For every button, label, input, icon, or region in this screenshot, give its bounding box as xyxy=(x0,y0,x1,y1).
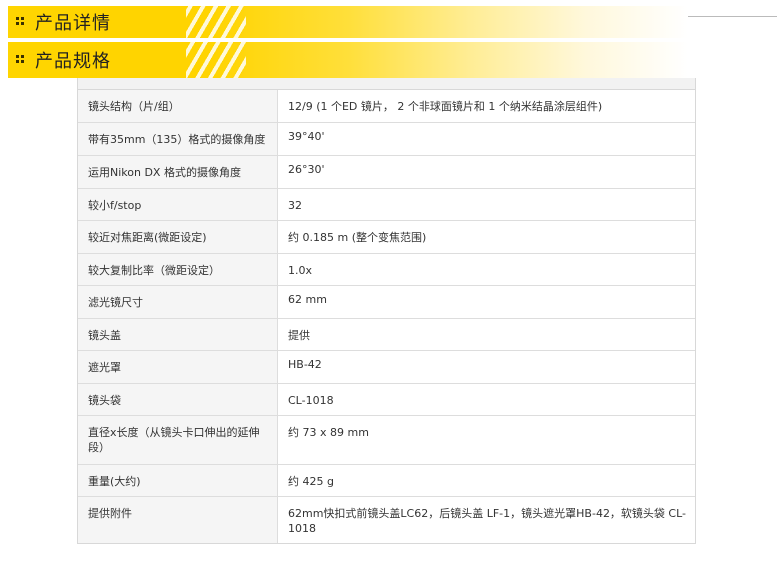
table-row: 较小f/stop 32 xyxy=(78,188,695,221)
table-row: 镜头袋 CL-1018 xyxy=(78,383,695,416)
table-row: 滤光镜尺寸 62 mm xyxy=(78,285,695,319)
spec-label: 提供附件 xyxy=(78,496,278,543)
spec-label: 较近对焦距离(微距设定) xyxy=(78,220,278,254)
table-row: 直径x长度（从镜头卡口伸出的延伸段） 约 73 x 89 mm xyxy=(78,415,695,465)
spec-value: 约 425 g xyxy=(277,464,695,497)
spec-value: 1.0x xyxy=(277,253,695,286)
spec-value: 62mm快扣式前镜头盖LC62，后镜头盖 LF-1，镜头遮光罩HB-42，软镜头… xyxy=(288,506,687,535)
spec-label: 较大复制比率（微距设定） xyxy=(78,253,278,286)
spec-label: 镜头结构（片/组） xyxy=(78,90,278,123)
banner-stripes xyxy=(186,6,246,38)
spec-value: 约 73 x 89 mm xyxy=(277,415,695,465)
spec-label: 带有35mm（135）格式的摄像角度 xyxy=(78,122,278,156)
table-row: 带有35mm（135）格式的摄像角度 39°40' xyxy=(78,122,695,156)
spec-label: 滤光镜尺寸 xyxy=(78,285,278,319)
spec-value: CL-1018 xyxy=(277,383,695,416)
table-row: 镜头盖 提供 xyxy=(78,318,695,351)
table-row: 较大复制比率（微距设定） 1.0x xyxy=(78,253,695,286)
spec-value: 12/9 (1 个ED 镜片， 2 个非球面镜片和 1 个纳米结晶涂层组件) xyxy=(277,90,695,123)
spec-table-container: 镜头结构（片/组） 12/9 (1 个ED 镜片， 2 个非球面镜片和 1 个纳… xyxy=(77,78,696,544)
spec-value: 26°30' xyxy=(277,155,695,189)
spec-table-top-bar xyxy=(78,78,695,90)
section-title-details: 产品详情 xyxy=(35,13,111,34)
table-row: 重量(大约) 约 425 g xyxy=(78,464,695,497)
spec-table: 镜头结构（片/组） 12/9 (1 个ED 镜片， 2 个非球面镜片和 1 个纳… xyxy=(78,90,695,543)
spec-value: 约 0.185 m (整个变焦范围) xyxy=(277,220,695,254)
spec-value: HB-42 xyxy=(277,350,695,384)
table-row: 较近对焦距离(微距设定) 约 0.185 m (整个变焦范围) xyxy=(78,220,695,254)
spec-label: 镜头袋 xyxy=(78,383,278,416)
spec-label: 镜头盖 xyxy=(78,318,278,351)
spec-label: 直径x长度（从镜头卡口伸出的延伸段） xyxy=(78,415,278,465)
table-row: 提供附件 62mm快扣式前镜头盖LC62，后镜头盖 LF-1，镜头遮光罩HB-4… xyxy=(78,496,695,543)
table-row: 运用Nikon DX 格式的摄像角度 26°30' xyxy=(78,155,695,189)
section-banner-specs: 产品规格 xyxy=(8,42,688,78)
section-title-specs: 产品规格 xyxy=(35,51,111,72)
spec-value: 39°40' xyxy=(277,122,695,156)
spec-label: 重量(大约) xyxy=(78,464,278,497)
bullet-grid-icon xyxy=(16,17,26,27)
spec-label: 较小f/stop xyxy=(78,188,278,221)
spec-value: 提供 xyxy=(277,318,695,351)
table-row: 遮光罩 HB-42 xyxy=(78,350,695,384)
spec-value: 32 xyxy=(277,188,695,221)
banner-stripes xyxy=(186,42,246,78)
spec-value: 62 mm xyxy=(277,285,695,319)
spec-label: 遮光罩 xyxy=(78,350,278,384)
section-banner-details: 产品详情 xyxy=(8,6,688,38)
bullet-grid-icon xyxy=(16,55,26,65)
spec-label: 运用Nikon DX 格式的摄像角度 xyxy=(78,155,278,189)
product-page: 产品详情 产品规格 镜头结构（片/组） 12/9 (1 个ED 镜片， 2 个非… xyxy=(0,0,777,569)
header-divider xyxy=(688,16,777,17)
table-row: 镜头结构（片/组） 12/9 (1 个ED 镜片， 2 个非球面镜片和 1 个纳… xyxy=(78,90,695,123)
